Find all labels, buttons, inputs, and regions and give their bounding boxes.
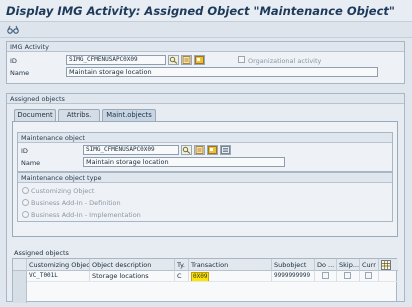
where-used-icon[interactable] bbox=[168, 55, 179, 65]
col-object-description[interactable]: Object description bbox=[90, 259, 175, 271]
maint-documentation-icon[interactable] bbox=[194, 145, 205, 155]
glasses-display-icon[interactable] bbox=[7, 24, 19, 35]
assigned-objects-section-title: Assigned objects bbox=[7, 94, 404, 104]
table-header: Customizing Object Object description Ty… bbox=[13, 259, 398, 271]
tab-maint-objects[interactable]: Maint.objects bbox=[102, 109, 156, 121]
col-type[interactable]: Ty. bbox=[175, 259, 189, 271]
col-transaction[interactable]: Transaction bbox=[189, 259, 272, 271]
col-do[interactable]: Do ... bbox=[315, 259, 337, 271]
maint-details-icon[interactable] bbox=[220, 145, 231, 155]
documentation-icon[interactable] bbox=[181, 55, 192, 65]
img-name-field[interactable]: Maintain storage location bbox=[66, 67, 378, 77]
cell-skip bbox=[337, 271, 360, 281]
img-activity-section-title: IMG Activity bbox=[7, 42, 404, 52]
maintenance-object-title: Maintenance object bbox=[18, 133, 392, 143]
organizational-activity-label: Organizational activity bbox=[248, 57, 322, 65]
attributes-icon[interactable] bbox=[194, 55, 205, 65]
maint-name-label: Name bbox=[21, 159, 41, 167]
do-checkbox[interactable] bbox=[322, 272, 329, 279]
select-all-cell[interactable] bbox=[13, 259, 27, 271]
window-title: Display IMG Activity: Assigned Object "M… bbox=[6, 4, 395, 18]
col-curr[interactable]: Curr bbox=[360, 259, 379, 271]
maintenance-object-group: Maintenance object ID SIMG_CFMENUSAPC0X0… bbox=[17, 132, 393, 172]
maint-id-label: ID bbox=[21, 147, 28, 155]
maint-objects-tab-panel: Maintenance object ID SIMG_CFMENUSAPC0X0… bbox=[12, 121, 398, 237]
radio-customizing-object[interactable] bbox=[22, 187, 29, 194]
radio-badi-implementation-label: Business Add-In - Implementation bbox=[31, 211, 141, 219]
maint-attributes-icon[interactable] bbox=[207, 145, 218, 155]
tab-document[interactable]: Document bbox=[14, 109, 56, 121]
table-settings-icon[interactable] bbox=[381, 260, 391, 270]
cell-curr bbox=[360, 271, 379, 281]
img-activity-section: IMG Activity ID SIMG_CFMENUSAPC0X09 Orga… bbox=[6, 41, 405, 84]
organizational-activity-checkbox[interactable] bbox=[238, 56, 245, 63]
img-name-label: Name bbox=[10, 69, 30, 77]
cell-do bbox=[315, 271, 337, 281]
radio-customizing-object-label: Customizing Object bbox=[31, 187, 95, 195]
maint-id-field[interactable]: SIMG_CFMENUSAPC0X09 bbox=[83, 145, 179, 155]
radio-badi-implementation[interactable] bbox=[22, 211, 29, 218]
assigned-objects-table: Customizing Object Object description Ty… bbox=[12, 258, 398, 303]
skip-checkbox[interactable] bbox=[344, 272, 351, 279]
radio-badi-definition-label: Business Add-In - Definition bbox=[31, 199, 121, 207]
col-subobject[interactable]: Subobject bbox=[272, 259, 315, 271]
curr-checkbox[interactable] bbox=[365, 272, 372, 279]
empty-table-row bbox=[27, 281, 398, 291]
cell-transaction[interactable]: 0X09 bbox=[191, 272, 210, 281]
application-toolbar bbox=[0, 22, 412, 38]
row-selector-column[interactable] bbox=[13, 271, 27, 303]
img-id-label: ID bbox=[10, 57, 17, 65]
col-skip[interactable]: Skip... bbox=[337, 259, 360, 271]
cell-subobject: 9999999999 bbox=[272, 271, 315, 281]
cell-customizing-object: VC_T001L bbox=[27, 271, 90, 281]
maintenance-object-type-title: Maintenance object type bbox=[18, 173, 392, 183]
maintenance-object-type-group: Maintenance object type Customizing Obje… bbox=[17, 172, 393, 222]
cell-transaction-wrapper: 0X09 bbox=[189, 271, 272, 281]
assigned-objects-table-title: Assigned objects bbox=[14, 249, 69, 257]
title-bar: Display IMG Activity: Assigned Object "M… bbox=[0, 0, 412, 22]
cell-type: C bbox=[175, 271, 189, 281]
img-id-field[interactable]: SIMG_CFMENUSAPC0X09 bbox=[66, 55, 166, 65]
radio-badi-definition[interactable] bbox=[22, 199, 29, 206]
cell-object-description: Storage locations bbox=[90, 271, 175, 281]
maint-where-used-icon[interactable] bbox=[181, 145, 192, 155]
col-customizing-object[interactable]: Customizing Object bbox=[27, 259, 90, 271]
maint-name-field[interactable]: Maintain storage location bbox=[83, 157, 285, 167]
tab-attributes[interactable]: Attribs. bbox=[58, 109, 100, 121]
